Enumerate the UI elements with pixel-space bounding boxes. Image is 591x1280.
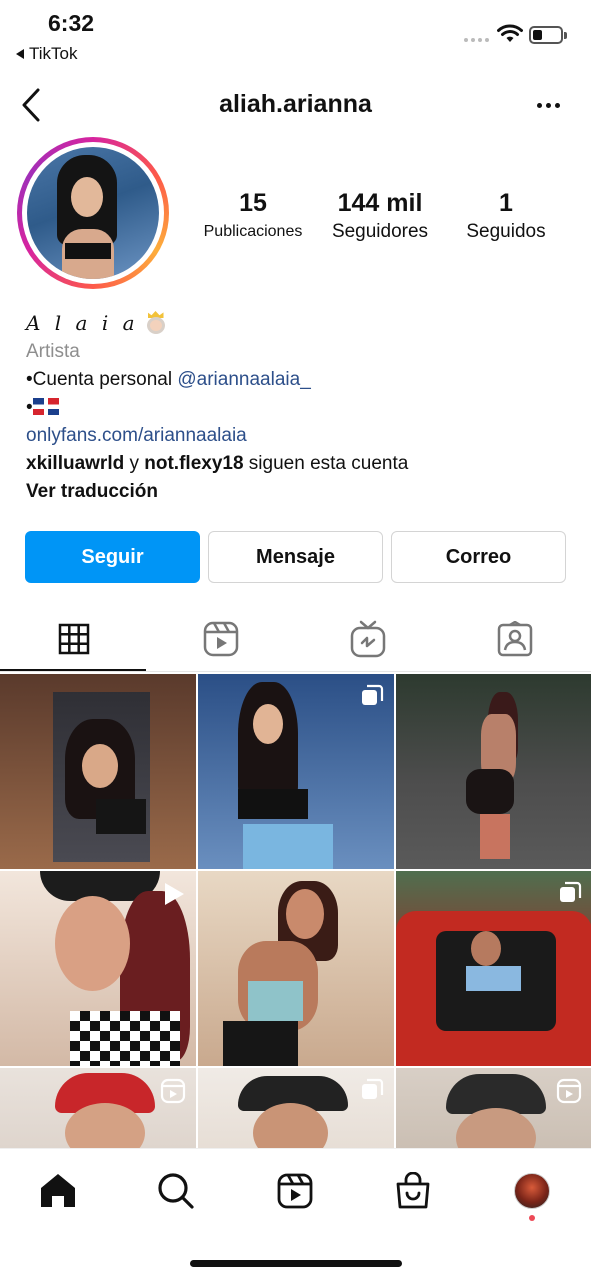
bio-line-1-text: •Cuenta personal bbox=[26, 369, 178, 390]
see-translation-link[interactable]: Ver traducción bbox=[26, 478, 571, 506]
tab-igtv[interactable] bbox=[294, 606, 441, 672]
post-thumbnail[interactable] bbox=[0, 871, 196, 1066]
search-icon bbox=[158, 1173, 194, 1209]
nav-shop[interactable] bbox=[388, 1169, 438, 1213]
profile-bio: A l a i a Artista •Cuenta personal @aria… bbox=[26, 308, 571, 506]
bio-line-1: •Cuenta personal @ariannaalaia_ bbox=[26, 366, 571, 394]
profile-header: aliah.arianna bbox=[0, 80, 591, 130]
bottom-navigation bbox=[0, 1148, 591, 1280]
post-thumbnail[interactable] bbox=[0, 674, 196, 869]
bio-line-2: • bbox=[26, 394, 571, 422]
signal-icon bbox=[464, 38, 489, 42]
post-thumbnail[interactable] bbox=[396, 1068, 591, 1148]
dominican-flag-icon bbox=[32, 398, 59, 415]
post-thumbnail[interactable] bbox=[396, 674, 591, 869]
stat-following[interactable]: 1 Seguidos bbox=[450, 188, 562, 245]
carousel-icon bbox=[560, 881, 582, 902]
back-triangle-icon bbox=[16, 49, 24, 59]
carousel-icon bbox=[362, 1078, 384, 1099]
message-button[interactable]: Mensaje bbox=[208, 531, 383, 583]
status-time: 6:32 bbox=[48, 10, 95, 36]
post-thumbnail[interactable] bbox=[396, 871, 591, 1066]
reels-icon bbox=[203, 621, 238, 657]
back-app-label: TikTok bbox=[29, 44, 78, 63]
email-button[interactable]: Correo bbox=[391, 531, 566, 583]
profile-avatar-small bbox=[514, 1173, 550, 1209]
website-link[interactable]: onlyfans.com/ariannaalaia bbox=[26, 422, 571, 450]
following-label: Seguidos bbox=[466, 221, 546, 242]
tab-grid[interactable] bbox=[0, 606, 147, 672]
mention-link[interactable]: @ariannaalaia_ bbox=[177, 369, 310, 390]
following-count: 1 bbox=[499, 189, 513, 217]
play-icon bbox=[165, 883, 184, 905]
post-thumbnail[interactable] bbox=[0, 1068, 196, 1148]
stat-posts[interactable]: 15 Publicaciones bbox=[190, 188, 316, 245]
princess-emoji-icon bbox=[145, 311, 167, 335]
follow-button[interactable]: Seguir bbox=[25, 531, 200, 583]
bio-line-2-bullet: • bbox=[26, 397, 33, 418]
reels-icon bbox=[277, 1173, 313, 1209]
followed-by-user-2: not.flexy18 bbox=[144, 453, 244, 474]
back-to-app-link[interactable]: TikTok bbox=[16, 44, 78, 64]
posts-label: Publicaciones bbox=[203, 223, 303, 240]
followed-by-user-1: xkilluawrld bbox=[26, 453, 125, 474]
reels-icon bbox=[160, 1078, 186, 1104]
nav-search[interactable] bbox=[151, 1169, 201, 1213]
profile-avatar bbox=[27, 147, 159, 279]
posts-grid bbox=[0, 674, 591, 1148]
shop-icon bbox=[396, 1172, 430, 1209]
posts-count: 15 bbox=[239, 189, 267, 217]
nav-reels[interactable] bbox=[270, 1169, 320, 1213]
post-thumbnail[interactable] bbox=[198, 871, 394, 1066]
profile-avatar-story-ring[interactable] bbox=[17, 137, 169, 289]
more-options-button[interactable] bbox=[530, 92, 566, 118]
grid-icon bbox=[58, 623, 89, 655]
tab-tagged[interactable] bbox=[441, 606, 588, 672]
reels-icon bbox=[556, 1078, 582, 1104]
carousel-icon bbox=[362, 684, 384, 705]
status-bar: 6:32 TikTok bbox=[0, 0, 591, 70]
post-thumbnail[interactable] bbox=[198, 674, 394, 869]
home-indicator bbox=[190, 1260, 402, 1267]
display-name-row: A l a i a bbox=[26, 308, 571, 338]
post-thumbnail[interactable] bbox=[198, 1068, 394, 1148]
tagged-icon bbox=[497, 621, 532, 657]
tabs-divider bbox=[0, 671, 591, 672]
battery-icon bbox=[529, 26, 567, 44]
followers-label: Seguidores bbox=[331, 221, 429, 242]
igtv-icon bbox=[350, 620, 385, 658]
followed-by-joiner: y bbox=[124, 453, 145, 474]
nav-profile[interactable] bbox=[507, 1169, 557, 1213]
wifi-icon bbox=[497, 24, 523, 42]
display-name: A l a i a bbox=[26, 311, 139, 335]
profile-username: aliah.arianna bbox=[219, 90, 372, 118]
profile-tabs bbox=[0, 606, 591, 672]
stat-followers[interactable]: 144 mil Seguidores bbox=[318, 188, 442, 245]
profile-category: Artista bbox=[26, 341, 80, 362]
notification-dot bbox=[529, 1215, 535, 1221]
followers-count: 144 mil bbox=[337, 189, 423, 217]
nav-home[interactable] bbox=[33, 1169, 83, 1213]
tab-reels[interactable] bbox=[147, 606, 294, 672]
followed-by-suffix: siguen esta cuenta bbox=[243, 453, 409, 474]
followed-by[interactable]: xkilluawrld y not.flexy18 siguen esta cu… bbox=[26, 450, 571, 478]
home-icon bbox=[41, 1174, 75, 1207]
